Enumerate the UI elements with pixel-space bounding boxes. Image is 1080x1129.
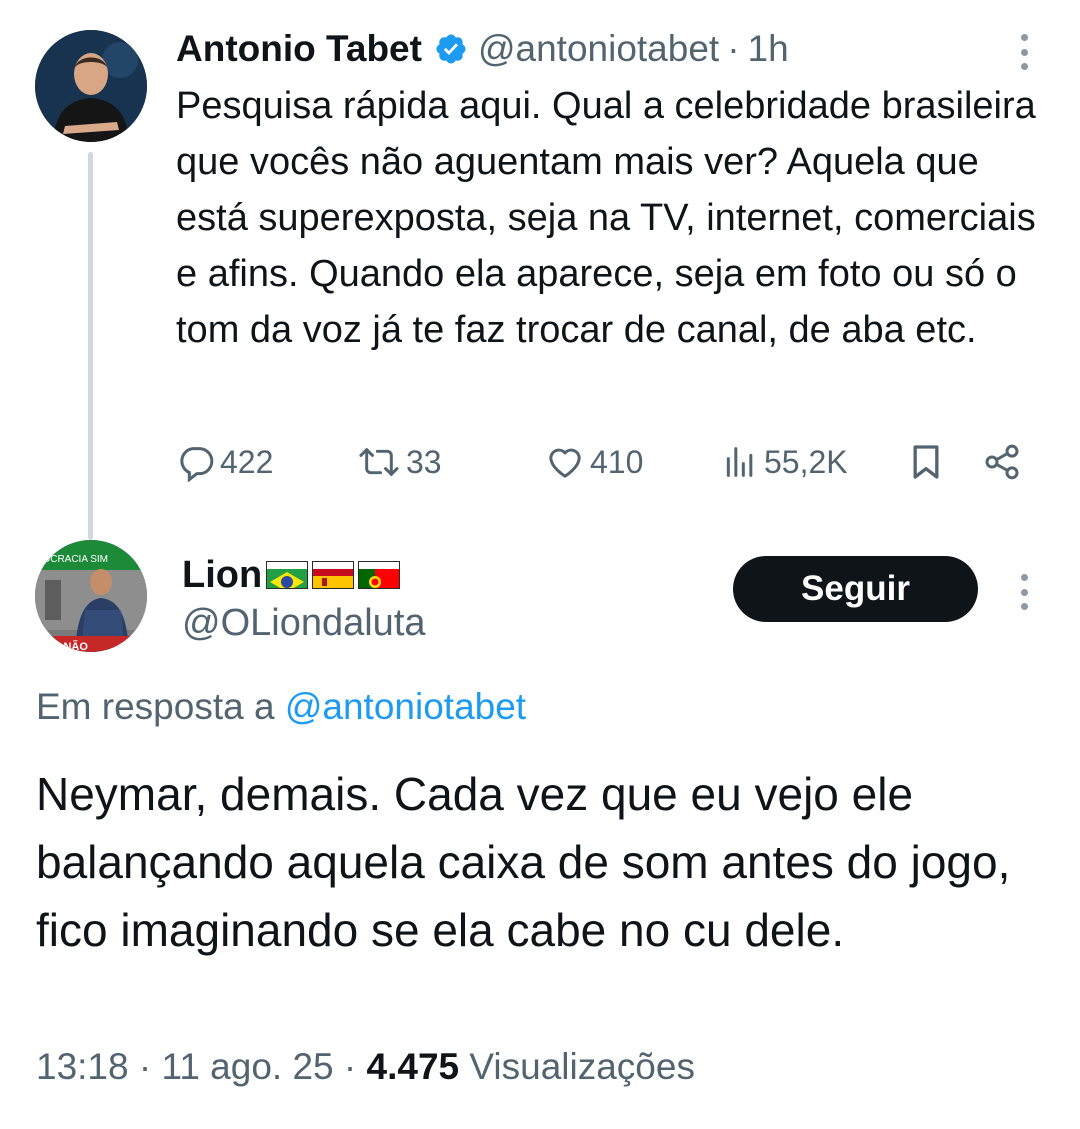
repost-count: 33 (406, 443, 442, 480)
parent-tweet-header: Antonio Tabet @antoniotabet · 1h (176, 24, 789, 74)
meta-separator: · (343, 1046, 357, 1087)
author-name[interactable]: Antonio Tabet (176, 28, 422, 70)
tweet-meta: 13:18 · 11 ago. 25 · 4.475 Visualizações (36, 1046, 695, 1088)
repost-icon (356, 442, 402, 482)
repost-button[interactable]: 33 (356, 438, 442, 486)
avatar-banner-bottom: LPE NÃO (39, 640, 88, 652)
views-button[interactable]: 55,2K (720, 438, 848, 486)
tweet-actions-bar: 422 33 410 55,2K (176, 438, 1036, 486)
reply-count: 422 (220, 443, 274, 480)
portugal-flag-icon (358, 561, 401, 589)
author-handle[interactable]: @antoniotabet (478, 28, 719, 70)
reply-to-prefix: Em resposta a (36, 686, 275, 727)
reply-icon (176, 442, 216, 482)
meta-separator: · (138, 1046, 152, 1087)
reply-tweet-text: Neymar, demais. Cada vez que eu vejo ele… (36, 768, 1011, 956)
views-label: Visualizações (469, 1046, 695, 1087)
share-button[interactable] (982, 438, 1022, 486)
avatar-antonio-tabet[interactable] (35, 30, 147, 142)
reply-button[interactable]: 422 (176, 438, 273, 486)
share-icon (982, 442, 1022, 482)
reply-author-name[interactable]: Lion (182, 554, 262, 597)
views-count: 55,2K (764, 443, 848, 480)
spain-flag-icon (312, 561, 355, 589)
follow-button[interactable]: Seguir (733, 556, 978, 622)
parent-tweet-text: Pesquisa rápida aqui. Qual a celebridade… (176, 85, 1036, 351)
avatar-lion[interactable]: DCRACIA SIM LPE NÃO (35, 540, 147, 652)
views-icon (720, 442, 760, 482)
tweet-date[interactable]: 11 ago. 25 (161, 1046, 333, 1087)
tweet-time[interactable]: 1h (748, 28, 789, 70)
tweet-time[interactable]: 13:18 (36, 1046, 129, 1087)
reply-author-handle[interactable]: @OLiondaluta (182, 602, 426, 645)
brazil-flag-icon (266, 561, 309, 589)
verified-badge-icon (434, 32, 468, 66)
thread-line (88, 152, 93, 540)
bookmark-icon (906, 442, 946, 482)
reply-author-name-row: Lion (182, 550, 401, 600)
like-icon (544, 442, 586, 482)
reply-to-link[interactable]: @antoniotabet (285, 686, 526, 727)
more-icon[interactable] (1012, 574, 1036, 610)
reply-to-line: Em resposta a @antoniotabet (36, 686, 526, 728)
like-count: 410 (590, 443, 644, 480)
like-button[interactable]: 410 (544, 438, 643, 486)
views-count: 4.475 (366, 1046, 460, 1087)
header-separator: · (727, 28, 740, 69)
avatar-banner-top: DCRACIA SIM (43, 554, 108, 565)
bookmark-button[interactable] (906, 438, 946, 486)
more-icon[interactable] (1012, 34, 1036, 70)
